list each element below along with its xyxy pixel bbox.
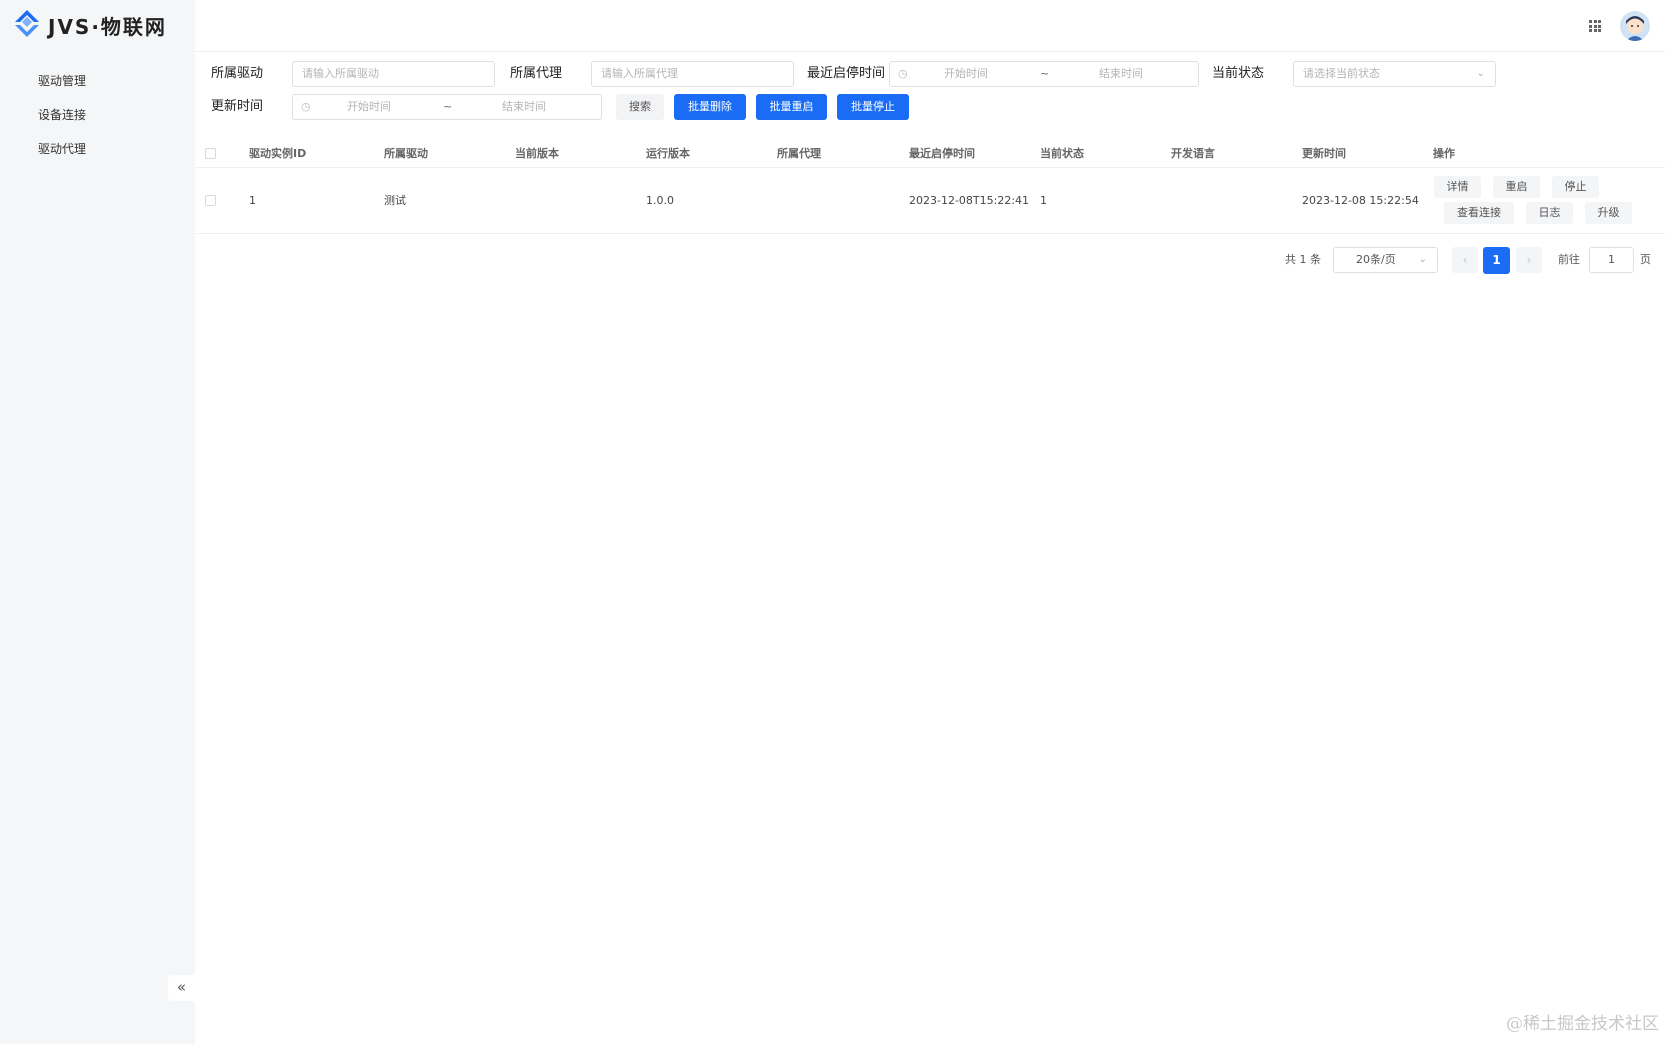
status-select[interactable]: 请选择当前状态 ⌄: [1293, 61, 1496, 87]
column-header: 当前状态: [1040, 147, 1084, 160]
clock-icon: ◷: [301, 100, 311, 113]
status-select-placeholder: 请选择当前状态: [1303, 67, 1380, 80]
sidebar: JVS·物联网 驱动管理 设备连接 驱动代理 «: [0, 0, 195, 1044]
upgrade-button[interactable]: 升级: [1585, 202, 1632, 224]
update-start-input[interactable]: 开始时间: [347, 95, 391, 119]
goto-label: 前往: [1558, 253, 1580, 266]
column-header: 当前版本: [515, 147, 559, 160]
batch-restart-button[interactable]: 批量重启: [756, 94, 827, 120]
batch-stop-button[interactable]: 批量停止: [837, 94, 909, 120]
top-header: [195, 0, 1665, 52]
stop-button[interactable]: 停止: [1552, 176, 1599, 198]
restart-time-label: 最近启停时间: [807, 66, 886, 81]
side-menu: 驱动管理 设备连接 驱动代理: [0, 64, 195, 166]
log-button[interactable]: 日志: [1526, 202, 1573, 224]
clock-icon: ◷: [898, 67, 908, 80]
app-root: JVS·物联网 驱动管理 设备连接 驱动代理 « 所属驱动 请输入所属驱动 所属…: [0, 0, 1665, 1044]
column-header: 运行版本: [646, 147, 690, 160]
page-size-value: 20条/页: [1356, 253, 1396, 266]
sidebar-item-driver-proxy[interactable]: 驱动代理: [0, 132, 195, 166]
cell-driver: 测试: [384, 194, 406, 207]
cell-status: 1: [1040, 194, 1047, 207]
page-suffix: 页: [1640, 253, 1651, 266]
table-row: 1 测试 1.0.0 2023-12-08T15:22:41 1 2023-12…: [195, 168, 1665, 234]
current-page-button[interactable]: 1: [1483, 247, 1510, 274]
column-header: 所属驱动: [384, 147, 428, 160]
table-header: 驱动实例ID 所属驱动 当前版本 运行版本 所属代理 最近启停时间 当前状态 开…: [195, 140, 1665, 168]
column-header: 更新时间: [1302, 147, 1346, 160]
prev-page-button[interactable]: ‹: [1452, 247, 1478, 273]
driver-input[interactable]: 请输入所属驱动: [292, 61, 495, 87]
pagination: 共 1 条 20条/页 ⌄ ‹ 1 › 前往 1 页: [0, 246, 1665, 274]
watermark: @稀土掘金技术社区: [1506, 1014, 1659, 1034]
update-time-label: 更新时间: [211, 99, 264, 114]
page-size-select[interactable]: 20条/页 ⌄: [1333, 247, 1438, 273]
cell-id: 1: [249, 194, 256, 207]
next-page-button[interactable]: ›: [1516, 247, 1542, 273]
sidebar-item-device-connection[interactable]: 设备连接: [0, 98, 195, 132]
grid-icon[interactable]: [1589, 20, 1601, 32]
batch-delete-button[interactable]: 批量删除: [674, 94, 746, 120]
search-button[interactable]: 搜索: [616, 94, 664, 120]
update-end-input[interactable]: 结束时间: [502, 95, 546, 119]
column-header: 最近启停时间: [909, 147, 975, 160]
row-checkbox[interactable]: [205, 195, 216, 206]
restart-button[interactable]: 重启: [1493, 176, 1540, 198]
cell-updated: 2023-12-08 15:22:54: [1302, 194, 1419, 207]
update-time-range-picker[interactable]: ◷ 开始时间 ~ 结束时间: [292, 94, 602, 120]
chevron-down-icon: ⌄: [1418, 254, 1427, 265]
chevron-down-icon: ⌄: [1476, 68, 1485, 79]
driver-instance-table: 驱动实例ID 所属驱动 当前版本 运行版本 所属代理 最近启停时间 当前状态 开…: [195, 140, 1665, 234]
restart-time-range-picker[interactable]: ◷ 开始时间 ~ 结束时间: [889, 61, 1199, 87]
proxy-input[interactable]: 请输入所属代理: [591, 61, 794, 87]
status-label: 当前状态: [1212, 66, 1265, 81]
column-header: 操作: [1433, 147, 1455, 160]
logo[interactable]: JVS·物联网: [12, 8, 167, 42]
cell-run-version: 1.0.0: [646, 194, 674, 207]
range-separator: ~: [1040, 67, 1050, 80]
total-count: 共 1 条: [1285, 253, 1321, 266]
restart-end-input[interactable]: 结束时间: [1099, 62, 1143, 86]
app-title: JVS·物联网: [48, 14, 167, 39]
column-header: 驱动实例ID: [249, 147, 307, 160]
sidebar-item-driver-management[interactable]: 驱动管理: [0, 64, 195, 98]
collapse-sidebar-button[interactable]: «: [168, 975, 195, 1001]
proxy-label: 所属代理: [510, 66, 563, 81]
avatar[interactable]: [1620, 11, 1650, 41]
logo-icon: [15, 10, 39, 37]
view-connections-button[interactable]: 查看连接: [1444, 202, 1514, 224]
cell-last-restart: 2023-12-08T15:22:41: [909, 194, 1030, 207]
range-separator: ~: [443, 100, 453, 113]
details-button[interactable]: 详情: [1434, 176, 1481, 198]
column-header: 开发语言: [1171, 147, 1215, 160]
goto-page-input[interactable]: 1: [1589, 247, 1634, 273]
restart-start-input[interactable]: 开始时间: [944, 62, 988, 86]
select-all-checkbox[interactable]: [205, 148, 216, 159]
driver-label: 所属驱动: [211, 66, 264, 81]
column-header: 所属代理: [777, 147, 821, 160]
